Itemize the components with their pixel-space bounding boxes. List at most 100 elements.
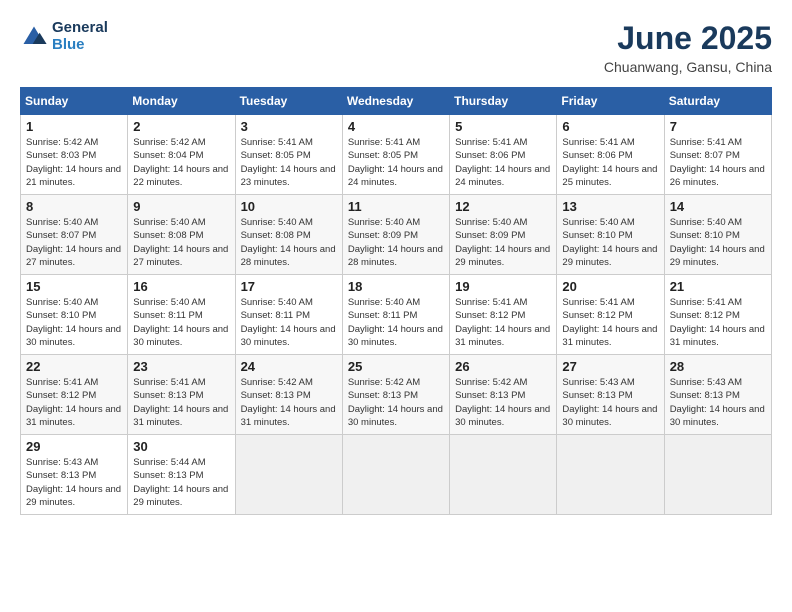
day-number: 30 <box>133 439 229 454</box>
title-area: June 2025 Chuanwang, Gansu, China <box>604 20 772 75</box>
table-row: 18 Sunrise: 5:40 AMSunset: 8:11 PMDaylig… <box>342 275 449 355</box>
day-info: Sunrise: 5:40 AMSunset: 8:11 PMDaylight:… <box>241 296 337 349</box>
table-row: 2 Sunrise: 5:42 AMSunset: 8:04 PMDayligh… <box>128 115 235 195</box>
day-info: Sunrise: 5:41 AMSunset: 8:12 PMDaylight:… <box>562 296 658 349</box>
day-number: 13 <box>562 199 658 214</box>
table-row <box>557 435 664 515</box>
table-row: 5 Sunrise: 5:41 AMSunset: 8:06 PMDayligh… <box>450 115 557 195</box>
day-info: Sunrise: 5:40 AMSunset: 8:09 PMDaylight:… <box>348 216 444 269</box>
day-info: Sunrise: 5:41 AMSunset: 8:06 PMDaylight:… <box>455 136 551 189</box>
calendar-week-row: 15 Sunrise: 5:40 AMSunset: 8:10 PMDaylig… <box>21 275 772 355</box>
day-info: Sunrise: 5:42 AMSunset: 8:13 PMDaylight:… <box>455 376 551 429</box>
table-row: 22 Sunrise: 5:41 AMSunset: 8:12 PMDaylig… <box>21 355 128 435</box>
table-row: 15 Sunrise: 5:40 AMSunset: 8:10 PMDaylig… <box>21 275 128 355</box>
day-info: Sunrise: 5:41 AMSunset: 8:12 PMDaylight:… <box>455 296 551 349</box>
day-info: Sunrise: 5:40 AMSunset: 8:09 PMDaylight:… <box>455 216 551 269</box>
logo-icon <box>20 23 48 51</box>
day-info: Sunrise: 5:41 AMSunset: 8:07 PMDaylight:… <box>670 136 766 189</box>
table-row: 20 Sunrise: 5:41 AMSunset: 8:12 PMDaylig… <box>557 275 664 355</box>
day-info: Sunrise: 5:40 AMSunset: 8:10 PMDaylight:… <box>670 216 766 269</box>
table-row: 10 Sunrise: 5:40 AMSunset: 8:08 PMDaylig… <box>235 195 342 275</box>
day-number: 15 <box>26 279 122 294</box>
day-number: 8 <box>26 199 122 214</box>
table-row: 21 Sunrise: 5:41 AMSunset: 8:12 PMDaylig… <box>664 275 771 355</box>
day-info: Sunrise: 5:40 AMSunset: 8:10 PMDaylight:… <box>26 296 122 349</box>
day-number: 25 <box>348 359 444 374</box>
day-number: 7 <box>670 119 766 134</box>
page: General Blue June 2025 Chuanwang, Gansu,… <box>0 0 792 612</box>
table-row: 4 Sunrise: 5:41 AMSunset: 8:05 PMDayligh… <box>342 115 449 195</box>
col-wednesday: Wednesday <box>342 88 449 115</box>
day-info: Sunrise: 5:40 AMSunset: 8:10 PMDaylight:… <box>562 216 658 269</box>
calendar-week-row: 1 Sunrise: 5:42 AMSunset: 8:03 PMDayligh… <box>21 115 772 195</box>
day-info: Sunrise: 5:42 AMSunset: 8:03 PMDaylight:… <box>26 136 122 189</box>
day-number: 17 <box>241 279 337 294</box>
col-tuesday: Tuesday <box>235 88 342 115</box>
table-row: 8 Sunrise: 5:40 AMSunset: 8:07 PMDayligh… <box>21 195 128 275</box>
day-info: Sunrise: 5:41 AMSunset: 8:13 PMDaylight:… <box>133 376 229 429</box>
table-row: 27 Sunrise: 5:43 AMSunset: 8:13 PMDaylig… <box>557 355 664 435</box>
table-row: 19 Sunrise: 5:41 AMSunset: 8:12 PMDaylig… <box>450 275 557 355</box>
col-sunday: Sunday <box>21 88 128 115</box>
day-info: Sunrise: 5:41 AMSunset: 8:05 PMDaylight:… <box>241 136 337 189</box>
day-info: Sunrise: 5:40 AMSunset: 8:08 PMDaylight:… <box>133 216 229 269</box>
logo: General Blue <box>20 20 108 53</box>
table-row: 7 Sunrise: 5:41 AMSunset: 8:07 PMDayligh… <box>664 115 771 195</box>
table-row: 24 Sunrise: 5:42 AMSunset: 8:13 PMDaylig… <box>235 355 342 435</box>
day-number: 23 <box>133 359 229 374</box>
table-row: 17 Sunrise: 5:40 AMSunset: 8:11 PMDaylig… <box>235 275 342 355</box>
day-number: 24 <box>241 359 337 374</box>
table-row: 6 Sunrise: 5:41 AMSunset: 8:06 PMDayligh… <box>557 115 664 195</box>
day-number: 2 <box>133 119 229 134</box>
day-info: Sunrise: 5:40 AMSunset: 8:11 PMDaylight:… <box>348 296 444 349</box>
calendar-week-row: 8 Sunrise: 5:40 AMSunset: 8:07 PMDayligh… <box>21 195 772 275</box>
header: General Blue June 2025 Chuanwang, Gansu,… <box>20 20 772 75</box>
col-friday: Friday <box>557 88 664 115</box>
logo-text: General Blue <box>52 20 108 53</box>
table-row: 23 Sunrise: 5:41 AMSunset: 8:13 PMDaylig… <box>128 355 235 435</box>
day-number: 20 <box>562 279 658 294</box>
table-row: 29 Sunrise: 5:43 AMSunset: 8:13 PMDaylig… <box>21 435 128 515</box>
col-thursday: Thursday <box>450 88 557 115</box>
table-row: 25 Sunrise: 5:42 AMSunset: 8:13 PMDaylig… <box>342 355 449 435</box>
day-info: Sunrise: 5:42 AMSunset: 8:13 PMDaylight:… <box>348 376 444 429</box>
day-number: 28 <box>670 359 766 374</box>
day-info: Sunrise: 5:43 AMSunset: 8:13 PMDaylight:… <box>670 376 766 429</box>
day-info: Sunrise: 5:42 AMSunset: 8:13 PMDaylight:… <box>241 376 337 429</box>
day-number: 1 <box>26 119 122 134</box>
day-number: 5 <box>455 119 551 134</box>
calendar-header-row: Sunday Monday Tuesday Wednesday Thursday… <box>21 88 772 115</box>
day-number: 27 <box>562 359 658 374</box>
day-info: Sunrise: 5:42 AMSunset: 8:04 PMDaylight:… <box>133 136 229 189</box>
calendar-table: Sunday Monday Tuesday Wednesday Thursday… <box>20 87 772 515</box>
day-info: Sunrise: 5:43 AMSunset: 8:13 PMDaylight:… <box>26 456 122 509</box>
day-number: 12 <box>455 199 551 214</box>
table-row: 9 Sunrise: 5:40 AMSunset: 8:08 PMDayligh… <box>128 195 235 275</box>
table-row: 16 Sunrise: 5:40 AMSunset: 8:11 PMDaylig… <box>128 275 235 355</box>
day-number: 10 <box>241 199 337 214</box>
day-number: 11 <box>348 199 444 214</box>
table-row <box>664 435 771 515</box>
table-row: 1 Sunrise: 5:42 AMSunset: 8:03 PMDayligh… <box>21 115 128 195</box>
day-info: Sunrise: 5:40 AMSunset: 8:11 PMDaylight:… <box>133 296 229 349</box>
calendar-week-row: 29 Sunrise: 5:43 AMSunset: 8:13 PMDaylig… <box>21 435 772 515</box>
day-number: 6 <box>562 119 658 134</box>
day-info: Sunrise: 5:40 AMSunset: 8:07 PMDaylight:… <box>26 216 122 269</box>
day-number: 21 <box>670 279 766 294</box>
day-number: 22 <box>26 359 122 374</box>
day-number: 19 <box>455 279 551 294</box>
col-saturday: Saturday <box>664 88 771 115</box>
table-row: 12 Sunrise: 5:40 AMSunset: 8:09 PMDaylig… <box>450 195 557 275</box>
day-number: 16 <box>133 279 229 294</box>
day-number: 29 <box>26 439 122 454</box>
table-row <box>450 435 557 515</box>
month-title: June 2025 <box>604 20 772 57</box>
day-number: 14 <box>670 199 766 214</box>
table-row: 26 Sunrise: 5:42 AMSunset: 8:13 PMDaylig… <box>450 355 557 435</box>
subtitle: Chuanwang, Gansu, China <box>604 59 772 75</box>
day-info: Sunrise: 5:40 AMSunset: 8:08 PMDaylight:… <box>241 216 337 269</box>
day-info: Sunrise: 5:43 AMSunset: 8:13 PMDaylight:… <box>562 376 658 429</box>
calendar-week-row: 22 Sunrise: 5:41 AMSunset: 8:12 PMDaylig… <box>21 355 772 435</box>
day-info: Sunrise: 5:41 AMSunset: 8:05 PMDaylight:… <box>348 136 444 189</box>
table-row: 11 Sunrise: 5:40 AMSunset: 8:09 PMDaylig… <box>342 195 449 275</box>
